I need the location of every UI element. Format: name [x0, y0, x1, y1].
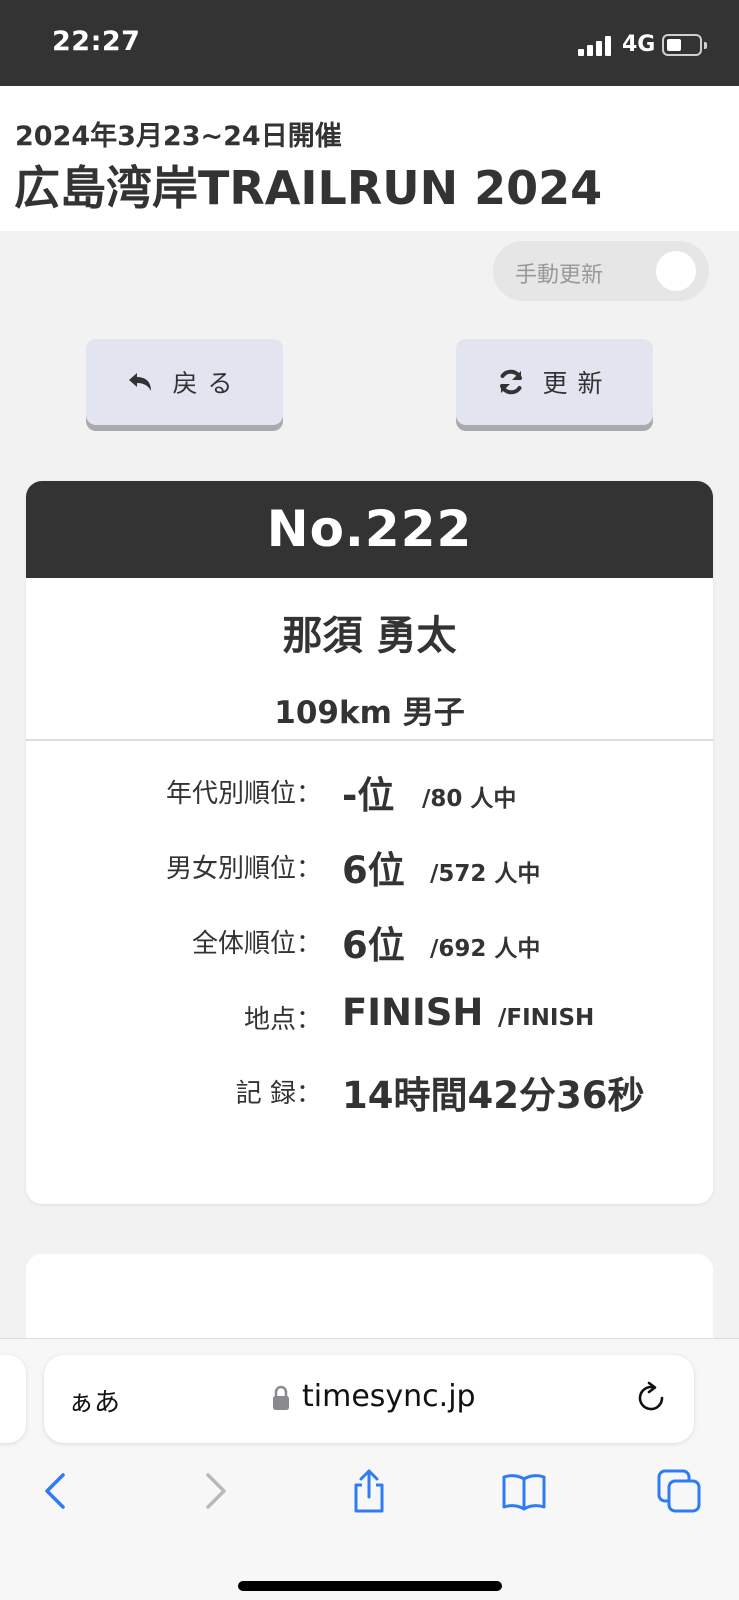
forward-chevron-icon[interactable]: [190, 1467, 238, 1515]
card-divider: [26, 739, 713, 741]
battery-icon: [662, 34, 707, 56]
browser-toolbar: ぁあ timesync.jp: [0, 1338, 739, 1600]
manual-update-label: 手動更新: [515, 263, 604, 288]
age-rank-value: -位: [342, 774, 395, 817]
url-text[interactable]: timesync.jp: [302, 1379, 476, 1414]
back-button[interactable]: 戻る: [86, 339, 283, 425]
refresh-icon: [500, 369, 523, 395]
bookmarks-icon[interactable]: [500, 1467, 548, 1515]
refresh-button-label: 更新: [542, 369, 613, 398]
checkpoint-total: /FINISH: [498, 1005, 595, 1031]
overall-rank-value: 6位: [342, 924, 405, 967]
record-value: 14時間42分36秒: [342, 1074, 645, 1117]
lock-icon: [273, 1385, 289, 1410]
reload-icon[interactable]: [634, 1381, 668, 1415]
gender-rank-row: 男女別順位： 6位 /572 人中: [26, 840, 713, 892]
previous-tab-peek[interactable]: [0, 1355, 26, 1443]
toggle-knob[interactable]: [656, 251, 696, 291]
event-title: 広島湾岸TRAILRUN 2024: [14, 161, 603, 215]
back-button-label: 戻る: [172, 369, 243, 398]
overall-rank-total: /692 人中: [430, 936, 541, 962]
cellular-signal-icon: [578, 36, 614, 56]
address-bar[interactable]: ぁあ timesync.jp: [44, 1355, 694, 1443]
checkpoint-row: 地点： FINISH /FINISH: [26, 991, 713, 1041]
age-rank-row: 年代別順位： -位 /80 人中: [26, 765, 713, 817]
bib-number: No.222: [26, 481, 713, 578]
record-label: 記 録：: [235, 1079, 322, 1109]
record-row: 記 録： 14時間42分36秒: [26, 1065, 713, 1117]
status-bar: 22:27 4G: [0, 0, 739, 86]
share-icon[interactable]: [345, 1467, 393, 1515]
runner-name: 那須 勇太: [282, 613, 457, 659]
checkpoint-value: FINISH: [342, 991, 484, 1034]
text-size-button[interactable]: ぁあ: [68, 1382, 120, 1419]
gender-rank-value: 6位: [342, 849, 405, 892]
tabs-icon[interactable]: [655, 1467, 703, 1515]
network-type: 4G: [622, 32, 656, 57]
status-time: 22:27: [52, 26, 141, 57]
gender-rank-label: 男女別順位：: [165, 854, 322, 884]
back-chevron-icon[interactable]: [33, 1467, 81, 1515]
age-rank-total: /80 人中: [422, 786, 517, 812]
home-indicator: [238, 1581, 502, 1591]
refresh-button[interactable]: 更新: [456, 339, 653, 425]
gender-rank-total: /572 人中: [430, 861, 541, 887]
manual-update-toggle[interactable]: 手動更新: [493, 241, 709, 301]
checkpoint-label: 地点：: [243, 1005, 322, 1035]
back-arrow-icon: [129, 373, 152, 391]
overall-rank-row: 全体順位： 6位 /692 人中: [26, 915, 713, 967]
runner-result-card: No.222 那須 勇太 109km 男子 年代別順位： -位 /80 人中 男…: [26, 481, 713, 1204]
age-rank-label: 年代別順位：: [165, 779, 322, 809]
runner-category: 109km 男子: [274, 695, 465, 731]
overall-rank-label: 全体順位：: [191, 929, 322, 959]
event-date: 2024年3月23~24日開催: [15, 121, 342, 152]
event-header: 2024年3月23~24日開催 広島湾岸TRAILRUN 2024: [0, 86, 739, 231]
